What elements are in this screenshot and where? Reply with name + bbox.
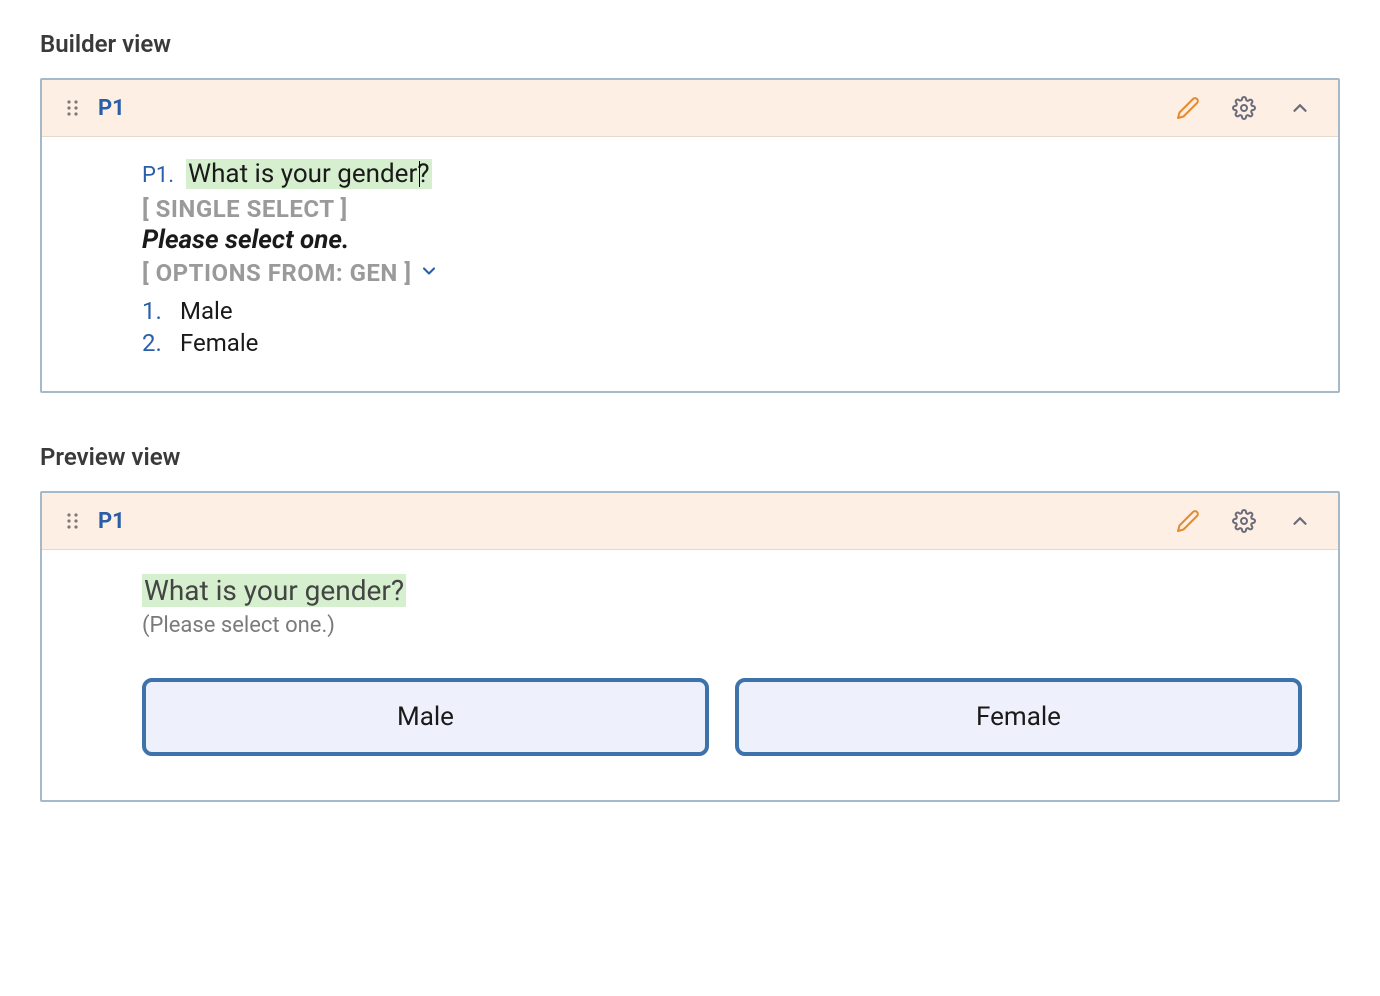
header-actions — [1174, 94, 1314, 122]
drag-handle-icon[interactable] — [66, 98, 80, 118]
header-left: P1 — [66, 509, 125, 534]
chevron-down-icon[interactable] — [419, 259, 439, 287]
header-left: P1 — [66, 96, 125, 121]
edit-icon[interactable] — [1174, 94, 1202, 122]
question-text[interactable]: What is your gender? — [186, 159, 432, 189]
question-line[interactable]: P1. What is your gender? — [142, 159, 1302, 189]
preview-question-row: What is your gender? — [142, 574, 1302, 613]
collapse-icon[interactable] — [1286, 94, 1314, 122]
gear-icon[interactable] — [1230, 94, 1258, 122]
preview-question-text: What is your gender? — [142, 574, 406, 607]
option-list: 1. Male 2. Female — [142, 297, 1302, 357]
option-number: 2. — [142, 329, 166, 357]
option-item[interactable]: 2. Female — [142, 329, 1302, 357]
option-button-male[interactable]: Male — [142, 678, 709, 756]
gear-icon[interactable] — [1230, 507, 1258, 535]
question-instruction[interactable]: Please select one. — [142, 225, 1302, 255]
header-actions — [1174, 507, 1314, 535]
drag-handle-icon[interactable] — [66, 511, 80, 531]
builder-section-title: Builder view — [40, 30, 1340, 58]
option-text: Male — [180, 297, 233, 325]
preview-instruction: (Please select one.) — [142, 613, 1302, 638]
question-prefix: P1. — [142, 163, 174, 188]
builder-card-body: P1. What is your gender? [ SINGLE SELECT… — [42, 137, 1338, 391]
option-text: Female — [180, 329, 258, 357]
preview-section-title: Preview view — [40, 443, 1340, 471]
question-id-label: P1 — [98, 509, 125, 534]
collapse-icon[interactable] — [1286, 507, 1314, 535]
option-item[interactable]: 1. Male — [142, 297, 1302, 325]
builder-card: P1 P1. What is your g — [40, 78, 1340, 393]
options-from-label: [ OPTIONS FROM: GEN ] — [142, 259, 411, 287]
builder-card-header: P1 — [42, 80, 1338, 137]
preview-card: P1 What is your gender? — [40, 491, 1340, 802]
question-id-label: P1 — [98, 96, 125, 121]
edit-icon[interactable] — [1174, 507, 1202, 535]
preview-card-header: P1 — [42, 493, 1338, 550]
preview-card-body: What is your gender? (Please select one.… — [42, 550, 1338, 800]
options-from-row[interactable]: [ OPTIONS FROM: GEN ] — [142, 259, 1302, 287]
option-button-female[interactable]: Female — [735, 678, 1302, 756]
option-buttons: Male Female — [142, 678, 1302, 756]
question-type-label: [ SINGLE SELECT ] — [142, 195, 1302, 223]
option-number: 1. — [142, 297, 166, 325]
